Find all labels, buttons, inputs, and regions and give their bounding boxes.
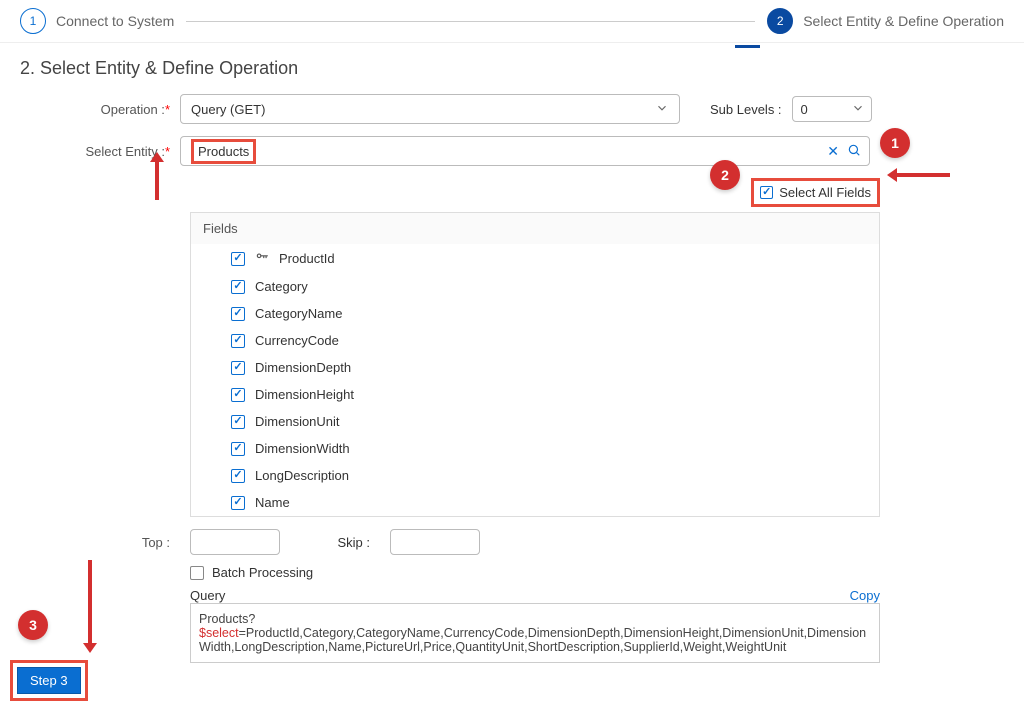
annotation-arrow-selectall (895, 173, 950, 177)
query-label: Query (190, 588, 225, 603)
sub-levels-value: 0 (801, 102, 808, 117)
batch-row: Batch Processing (190, 565, 1004, 580)
field-row[interactable]: DimensionDepth (191, 354, 879, 381)
field-checkbox[interactable] (231, 307, 245, 321)
fields-panel: Fields ProductId Category CategoryName Curr… (190, 212, 880, 517)
annotation-1: 1 (880, 128, 910, 158)
field-name: DimensionDepth (255, 360, 351, 375)
field-row[interactable]: Category (191, 273, 879, 300)
search-icon[interactable] (847, 143, 861, 160)
step-1-circle: 1 (20, 8, 46, 34)
field-checkbox[interactable] (231, 442, 245, 456)
batch-checkbox[interactable] (190, 566, 204, 580)
field-row[interactable]: Name (191, 489, 879, 516)
clear-icon[interactable]: ✕ (827, 143, 839, 160)
field-checkbox[interactable] (231, 415, 245, 429)
field-row[interactable]: CurrencyCode (191, 327, 879, 354)
entity-input[interactable]: Products ✕ (180, 136, 870, 166)
active-step-underline (735, 45, 760, 48)
select-all-label: Select All Fields (779, 185, 871, 200)
field-checkbox[interactable] (231, 334, 245, 348)
select-all-checkbox[interactable] (760, 186, 773, 199)
field-checkbox[interactable] (231, 469, 245, 483)
skip-label: Skip : (290, 535, 380, 550)
annotation-arrow-step3 (88, 560, 92, 645)
step-2-label: Select Entity & Define Operation (803, 13, 1004, 29)
skip-input[interactable] (390, 529, 480, 555)
field-row[interactable]: CategoryName (191, 300, 879, 327)
step-2[interactable]: 2 Select Entity & Define Operation (767, 8, 1004, 34)
query-prefix: Products? (199, 612, 255, 626)
field-name: CategoryName (255, 306, 342, 321)
field-checkbox[interactable] (231, 496, 245, 510)
field-name: DimensionUnit (255, 414, 340, 429)
step-1-label: Connect to System (56, 13, 174, 29)
entity-value-highlight: Products (191, 139, 256, 164)
field-checkbox[interactable] (231, 252, 245, 266)
step-2-circle: 2 (767, 8, 793, 34)
annotation-arrow-entity (155, 160, 159, 200)
step-1[interactable]: 1 Connect to System (20, 8, 174, 34)
field-row[interactable]: DimensionUnit (191, 408, 879, 435)
query-select-keyword: $select (199, 626, 239, 640)
chevron-down-icon (655, 101, 669, 118)
select-entity-row: Select Entity :* Products ✕ (20, 136, 1004, 166)
field-name: DimensionHeight (255, 387, 354, 402)
step3-button[interactable]: Step 3 (17, 667, 81, 694)
query-box: Products?$select=ProductId,Category,Cate… (190, 603, 880, 663)
field-row[interactable]: DimensionHeight (191, 381, 879, 408)
field-name: Name (255, 495, 290, 510)
field-name: LongDescription (255, 468, 349, 483)
key-icon (255, 250, 269, 267)
field-name: DimensionWidth (255, 441, 350, 456)
field-row[interactable]: ProductId (191, 244, 879, 273)
query-rest: =ProductId,Category,CategoryName,Currenc… (199, 626, 866, 654)
stepper: 1 Connect to System 2 Select Entity & De… (0, 0, 1024, 43)
step3-highlight: Step 3 (10, 660, 88, 701)
field-row[interactable]: LongDescription (191, 462, 879, 489)
sub-levels-label: Sub Levels : (710, 102, 782, 117)
annotation-3: 3 (18, 610, 48, 640)
operation-select[interactable]: Query (GET) (180, 94, 680, 124)
batch-label: Batch Processing (212, 565, 313, 580)
sub-levels-select[interactable]: 0 (792, 96, 872, 122)
field-name: Category (255, 279, 308, 294)
field-checkbox[interactable] (231, 280, 245, 294)
fields-list[interactable]: ProductId Category CategoryName CurrencyCod… (191, 244, 879, 516)
step-line (186, 21, 755, 22)
fields-header: Fields (191, 213, 879, 244)
page-title: 2. Select Entity & Define Operation (20, 58, 1004, 79)
field-checkbox[interactable] (231, 361, 245, 375)
field-name: ProductId (279, 251, 335, 266)
operation-row: Operation :* Query (GET) Sub Levels : 0 (20, 94, 1004, 124)
operation-label: Operation :* (20, 102, 180, 117)
operation-value: Query (GET) (191, 102, 265, 117)
top-input[interactable] (190, 529, 280, 555)
field-name: CurrencyCode (255, 333, 339, 348)
select-all-fields-highlight: Select All Fields (751, 178, 880, 207)
field-checkbox[interactable] (231, 388, 245, 402)
field-row[interactable]: DimensionWidth (191, 435, 879, 462)
top-label: Top : (20, 535, 180, 550)
annotation-2: 2 (710, 160, 740, 190)
copy-link[interactable]: Copy (850, 588, 880, 603)
chevron-down-icon (851, 101, 865, 118)
